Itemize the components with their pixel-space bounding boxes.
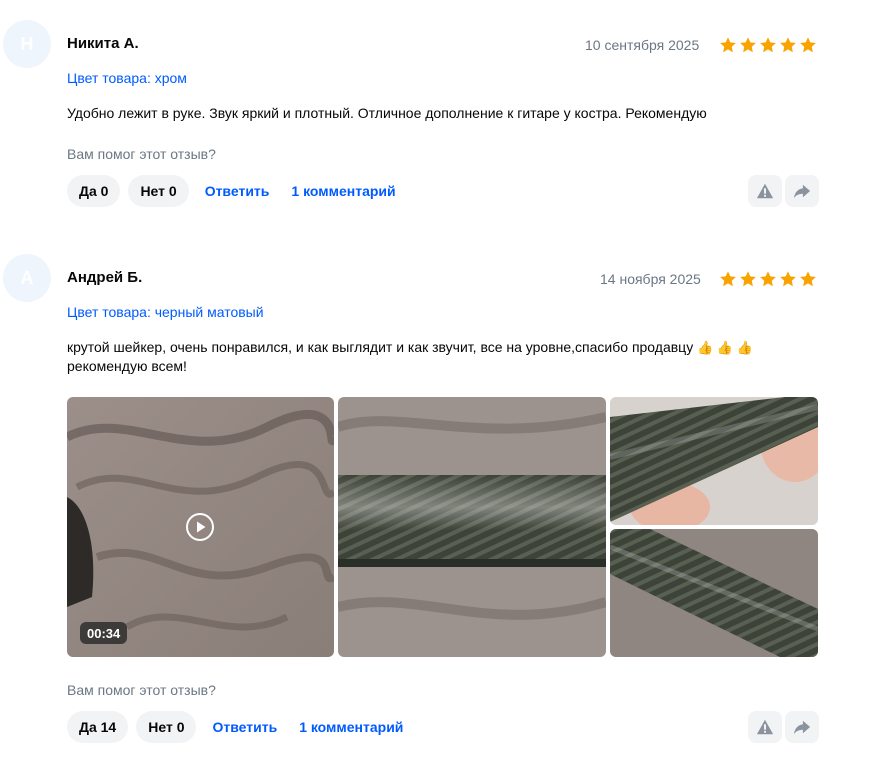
review-date: 14 ноября 2025 — [600, 271, 701, 287]
star-icon — [800, 271, 816, 287]
helpful-no-button[interactable]: Нет 0 — [128, 175, 189, 207]
star-icon — [800, 37, 816, 53]
photo-carbon-tube — [338, 397, 606, 657]
share-icon — [793, 184, 811, 199]
review-photo[interactable] — [610, 397, 818, 525]
review-actions: Да 14 Нет 0 Ответить 1 комментарий — [67, 711, 409, 743]
star-icon — [740, 271, 756, 287]
photo-hand-tube — [610, 397, 818, 525]
review-text: Удобно лежит в руке. Звук яркий и плотны… — [67, 105, 707, 121]
helpful-question: Вам помог этот отзыв? — [67, 146, 216, 162]
comments-link[interactable]: 1 комментарий — [299, 719, 403, 735]
star-icon — [720, 271, 736, 287]
helpful-question: Вам помог этот отзыв? — [67, 682, 216, 698]
comments-link[interactable]: 1 комментарий — [291, 183, 395, 199]
review-author[interactable]: Никита А. — [67, 35, 139, 52]
helpful-no-button[interactable]: Нет 0 — [136, 711, 197, 743]
review-date: 10 сентября 2025 — [585, 37, 700, 53]
product-variant: Цвет товара: хром — [67, 70, 187, 86]
star-icon — [780, 271, 796, 287]
star-icon — [720, 37, 736, 53]
report-button[interactable] — [748, 175, 782, 207]
star-icon — [760, 271, 776, 287]
avatar: А — [3, 254, 51, 302]
review-text-line: крутой шейкер, очень понравился, и как в… — [67, 339, 694, 355]
review-author[interactable]: Андрей Б. — [67, 269, 142, 286]
review-photo[interactable] — [610, 529, 818, 657]
thumbs-up-emojis: 👍 👍 👍 — [697, 340, 753, 355]
star-icon — [740, 37, 756, 53]
product-variant: Цвет товара: черный матовый — [67, 304, 264, 320]
helpful-yes-button[interactable]: Да 0 — [67, 175, 121, 207]
review-text-line: рекомендую всем! — [67, 358, 187, 374]
avatar: Н — [3, 20, 51, 68]
reply-link[interactable]: Ответить — [205, 183, 270, 199]
review-actions: Да 0 Нет 0 Ответить 1 комментарий — [67, 175, 402, 207]
share-icon — [793, 720, 811, 735]
report-icon — [756, 719, 774, 735]
star-icon — [760, 37, 776, 53]
rating-stars — [719, 36, 817, 54]
play-icon[interactable] — [185, 512, 215, 542]
rating-stars — [719, 270, 817, 288]
star-icon — [780, 37, 796, 53]
report-icon — [756, 183, 774, 199]
photo-tube-closeup — [610, 529, 818, 657]
share-button[interactable] — [785, 711, 819, 743]
reply-link[interactable]: Ответить — [212, 719, 277, 735]
helpful-yes-button[interactable]: Да 14 — [67, 711, 129, 743]
review-text: крутой шейкер, очень понравился, и как в… — [67, 338, 797, 376]
share-button[interactable] — [785, 175, 819, 207]
report-button[interactable] — [748, 711, 782, 743]
review-photo[interactable] — [338, 397, 606, 657]
video-duration: 00:34 — [80, 622, 128, 644]
